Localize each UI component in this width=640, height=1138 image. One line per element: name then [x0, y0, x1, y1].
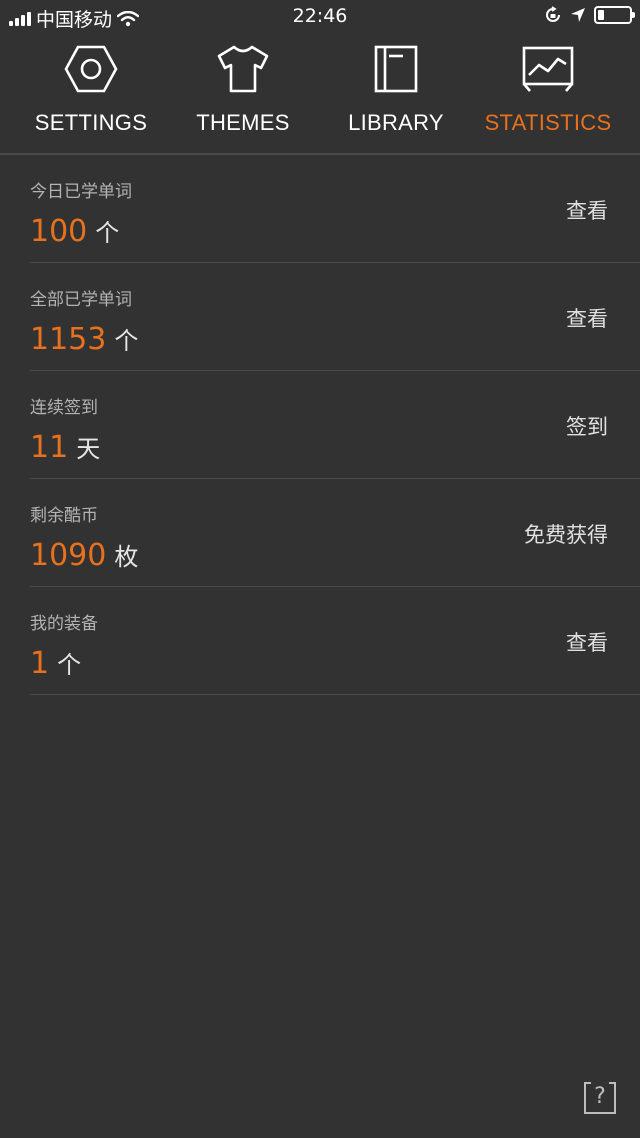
stat-row-today-words: 今日已学单词 100 个 查看	[30, 155, 640, 263]
stat-row-equipment: 我的装备 1 个 查看	[30, 587, 640, 695]
view-button[interactable]: 查看	[566, 195, 608, 225]
stat-value: 1090 枚	[30, 537, 138, 573]
tab-label: SETTINGS	[34, 110, 148, 135]
help-icon[interactable]: ?	[584, 1082, 616, 1114]
tab-label: STATISTICS	[484, 110, 612, 135]
status-right	[544, 6, 635, 24]
stat-number: 100	[30, 214, 88, 249]
stat-unit: 天	[76, 435, 101, 463]
stat-unit: 个	[95, 219, 120, 247]
tab-library[interactable]: LIBRARY	[316, 34, 476, 154]
view-button[interactable]: 查看	[566, 303, 608, 333]
tab-settings[interactable]: SETTINGS	[11, 34, 171, 154]
stat-row-all-words: 全部已学单词 1153 个 查看	[30, 263, 640, 371]
stat-title: 今日已学单词	[30, 182, 132, 202]
stat-number: 1	[30, 646, 50, 681]
get-free-button[interactable]: 免费获得	[524, 519, 608, 549]
tab-label: THEMES	[196, 110, 290, 135]
rotation-lock-icon	[546, 6, 560, 22]
chart-icon	[522, 46, 574, 92]
stat-title: 连续签到	[30, 398, 98, 418]
location-icon	[571, 8, 585, 22]
checkin-button[interactable]: 签到	[566, 411, 608, 441]
stat-title: 全部已学单词	[30, 290, 132, 310]
stat-number: 1153	[30, 322, 107, 357]
hexagon-nut-icon	[64, 45, 118, 93]
stat-number: 11	[30, 430, 69, 465]
stat-unit: 个	[57, 651, 82, 679]
view-button[interactable]: 查看	[566, 627, 608, 657]
battery-icon	[594, 6, 635, 24]
stat-unit: 个	[114, 327, 139, 355]
tab-bar: SETTINGS THEMES LIBRARY STATISTICS	[0, 34, 640, 154]
stat-number: 1090	[30, 538, 107, 573]
stat-row-checkin: 连续签到 11 天 签到	[30, 371, 640, 479]
stat-title: 剩余酷币	[30, 506, 98, 526]
stat-value: 1153 个	[30, 321, 138, 357]
stat-title: 我的装备	[30, 614, 98, 634]
status-bar: 中国移动 22:46	[0, 0, 640, 34]
stat-value: 1 个	[30, 645, 81, 681]
tab-themes[interactable]: THEMES	[163, 34, 323, 154]
tab-statistics[interactable]: STATISTICS	[468, 34, 628, 154]
stat-row-coins: 剩余酷币 1090 枚 免费获得	[30, 479, 640, 587]
tab-label: LIBRARY	[348, 110, 444, 135]
stat-value: 11 天	[30, 429, 100, 465]
tshirt-icon	[217, 45, 269, 93]
stat-value: 100 个	[30, 213, 119, 249]
stat-unit: 枚	[114, 543, 139, 571]
book-icon	[374, 45, 418, 93]
stats-list: 今日已学单词 100 个 查看 全部已学单词 1153 个 查看 连续签到 11…	[0, 155, 640, 695]
